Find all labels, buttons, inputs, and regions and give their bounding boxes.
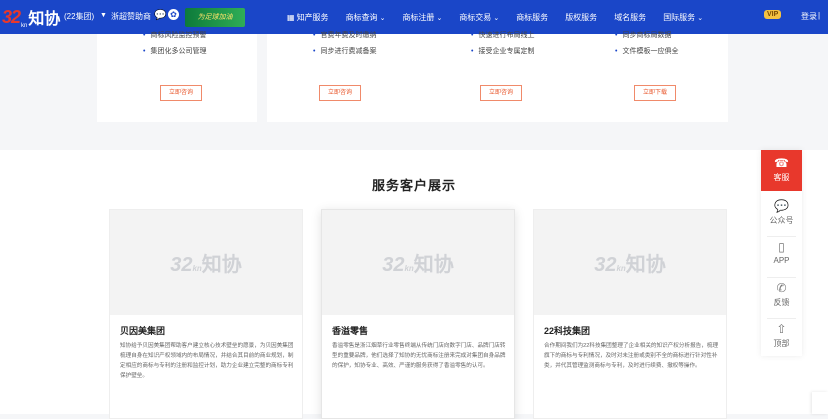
- headset-icon: ☎: [774, 156, 789, 170]
- service-feature-list: 快速进行布局线上 接受企业专属定制: [471, 28, 534, 60]
- mini-program-icon[interactable]: ✿: [168, 9, 179, 20]
- feedback-button[interactable]: ✆ 反馈: [761, 281, 802, 308]
- client-case-card[interactable]: 32kn知协 22科技集团 合作期间我们为22科技集团整理了企业相关的知识产权分…: [533, 209, 727, 419]
- nav-label: 版权服务: [565, 12, 598, 22]
- wechat-icon: 💬: [774, 199, 789, 213]
- service-feature: 官费年费及时缴纳: [313, 28, 376, 44]
- sponsor-label[interactable]: 浙超赞助商: [111, 11, 151, 22]
- divider: [767, 277, 796, 278]
- service-card: 快速进行布局线上 接受企业专属定制 立即咨询: [425, 32, 585, 122]
- service-card: 官费年费及时缴纳 同步进行费减备案 立即咨询: [267, 32, 427, 122]
- divider: [767, 236, 796, 237]
- toolbar-label: 顶部: [773, 339, 790, 348]
- wechat-icon[interactable]: 💬: [154, 10, 166, 21]
- logo-subscript: kn: [21, 23, 28, 29]
- watermark-logo: 32kn知协: [170, 254, 242, 276]
- service-card: 同步商标局数据 文件模板一应俱全 立即下载: [583, 32, 728, 122]
- nav-label: 国际服务: [663, 12, 696, 22]
- login-link[interactable]: 登录: [801, 11, 817, 22]
- nav-label: 商标查询: [345, 12, 378, 22]
- nav-trademark-trade[interactable]: 商标交易 ⌄: [459, 12, 499, 23]
- divider: [767, 318, 796, 319]
- service-feature-list: 商标风险监控预警 集团化多公司管理: [143, 28, 206, 60]
- client-name: 贝因美集团: [120, 326, 166, 336]
- client-logo-image: 32kn知协: [534, 210, 726, 315]
- toolbar-label: APP: [773, 256, 790, 265]
- nav-ip-services[interactable]: ▦ 知产服务: [287, 12, 329, 23]
- logo-name: 知协: [28, 11, 61, 28]
- consult-button[interactable]: 立即咨询: [160, 85, 202, 101]
- service-feature: 商标风险监控预警: [143, 28, 206, 44]
- floating-toolbar: ☎ 客服 💬 公众号 ▯ APP ✆ 反馈 ⇧ 顶部: [761, 150, 802, 356]
- side-tab[interactable]: [812, 392, 828, 414]
- consult-button[interactable]: 立即咨询: [480, 85, 522, 101]
- toolbar-label: 反馈: [773, 298, 790, 307]
- app-button[interactable]: ▯ APP: [761, 240, 802, 265]
- client-description: 知协给予贝因美集团帮助客户建立核心技术壁垒的愿景，为贝因美集团梳理自身在知识产权…: [120, 343, 294, 379]
- nav-domain-service[interactable]: 域名服务: [614, 12, 646, 23]
- client-case-card[interactable]: 32kn知协 香溢零售 香溢零售是浙江烟草行业零售终端从传统门店向数字门店、品牌…: [321, 209, 515, 419]
- caret-down-icon[interactable]: ▼: [100, 12, 107, 19]
- grid-icon: ▦: [287, 12, 295, 22]
- customer-service-button[interactable]: ☎ 客服: [761, 150, 802, 191]
- separator: |: [818, 11, 821, 20]
- service-feature: 接受企业专属定制: [471, 44, 534, 60]
- nav-label: 域名服务: [614, 12, 647, 22]
- watermark-logo: 32kn知协: [594, 254, 666, 276]
- toolbar-label: 公众号: [769, 216, 794, 225]
- feedback-icon: ✆: [776, 281, 787, 295]
- back-to-top-button[interactable]: ⇧ 顶部: [761, 322, 802, 349]
- chevron-down-icon: ⌄: [697, 14, 704, 22]
- service-feature: 同步进行费减备案: [313, 44, 376, 60]
- client-case-card[interactable]: 32kn知协 贝因美集团 知协给予贝因美集团帮助客户建立核心技术壁垒的愿景，为贝…: [109, 209, 303, 419]
- nav-label: 商标交易: [459, 12, 492, 22]
- phone-icon: ▯: [778, 240, 785, 254]
- watermark-logo: 32kn知协: [382, 254, 454, 276]
- vip-badge[interactable]: VIP: [764, 10, 782, 19]
- nav-label: 知产服务: [296, 12, 329, 22]
- nav-trademark-service[interactable]: 商标服务: [516, 12, 548, 23]
- group-label: (22集团): [64, 12, 95, 21]
- service-feature: 文件模板一应俱全: [615, 44, 678, 60]
- service-card: 商标风险监控预警 集团化多公司管理 立即咨询: [97, 32, 257, 122]
- service-feature: 快速进行布局线上: [471, 28, 534, 44]
- client-logo-image: 32kn知协: [322, 210, 514, 315]
- toolbar-label: 客服: [773, 173, 790, 182]
- nav-trademark-search[interactable]: 商标查询 ⌄: [346, 12, 386, 23]
- service-feature: 集团化多公司管理: [143, 44, 206, 60]
- chevron-down-icon: ⌄: [493, 14, 500, 22]
- nav-trademark-register[interactable]: 商标注册 ⌄: [402, 12, 442, 23]
- site-logo[interactable]: 32 kn 知协: [2, 5, 61, 30]
- client-name: 22科技集团: [544, 326, 591, 336]
- sponsor-banner[interactable]: 为足球加油: [185, 8, 245, 27]
- client-description: 合作期间我们为22科技集团整理了企业相关的知识产权分析报告，梳理旗下的商标与专利…: [544, 343, 719, 369]
- logo-number: 32: [2, 6, 21, 27]
- nav-label: 商标注册: [402, 12, 435, 22]
- client-name: 香溢零售: [332, 326, 369, 336]
- service-feature-list: 同步商标局数据 文件模板一应俱全: [615, 28, 678, 60]
- nav-copyright-service[interactable]: 版权服务: [565, 12, 597, 23]
- service-feature-list: 官费年费及时缴纳 同步进行费减备案: [313, 28, 376, 60]
- service-feature: 同步商标局数据: [615, 28, 678, 44]
- download-button[interactable]: 立即下载: [634, 85, 676, 101]
- consult-button[interactable]: 立即咨询: [319, 85, 361, 101]
- official-account-button[interactable]: 💬 公众号: [761, 199, 802, 226]
- chevron-down-icon: ⌄: [436, 14, 443, 22]
- nav-international-service[interactable]: 国际服务 ⌄: [663, 12, 703, 23]
- client-description: 香溢零售是浙江烟草行业零售终端从传统门店向数字门店、品牌门店转型的重要品牌，他们…: [332, 343, 506, 369]
- client-logo-image: 32kn知协: [110, 210, 302, 315]
- top-navigation-bar: 32 kn 知协 (22集团) ▼ 浙超赞助商 💬 ✿ 为足球加油 ▦ 知产服务 …: [0, 0, 828, 34]
- nav-label: 商标服务: [516, 12, 549, 22]
- arrow-up-icon: ⇧: [776, 322, 787, 336]
- chevron-down-icon: ⌄: [379, 14, 386, 22]
- section-title: 服务客户展示: [371, 178, 456, 193]
